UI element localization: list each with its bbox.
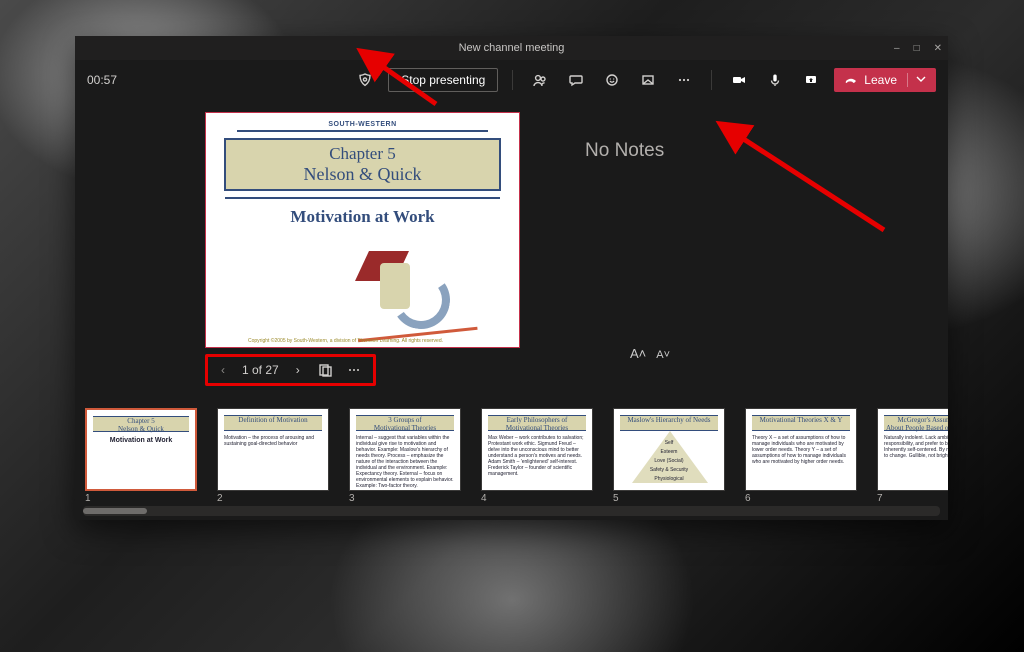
thumbnails: Chapter 5 Nelson & QuickMotivation at Wo… [75,404,948,504]
thumbnail-number: 5 [613,493,725,504]
mic-icon[interactable] [762,67,788,93]
prev-slide-button[interactable]: ‹ [214,361,232,379]
titlebar: New channel meeting – □ ✕ [75,36,948,60]
slide-counter: 1 of 27 [242,363,279,377]
leave-button[interactable]: Leave [834,68,936,92]
thumbnail[interactable]: 3 Groups of Motivational TheoriesInterna… [349,408,461,504]
slide-art [336,243,486,343]
slide-title: Motivation at Work [206,207,519,227]
window-close-button[interactable]: ✕ [934,43,942,54]
notes-font-size: A˄ A˅ [630,346,670,361]
thumbnail-number: 3 [349,493,461,504]
slide-logo: SOUTH-WESTERN [206,121,519,128]
privacy-shield-icon[interactable] [352,67,378,93]
camera-icon[interactable] [726,67,752,93]
scrollbar-handle[interactable] [83,508,147,514]
window-title: New channel meeting [459,42,565,54]
layout-icon[interactable] [317,361,335,379]
font-increase-button[interactable]: A˄ [630,346,646,361]
thumbnail-strip: Chapter 5 Nelson & QuickMotivation at Wo… [75,404,948,520]
next-slide-button[interactable]: › [289,361,307,379]
slide-chapter: Chapter 5 [226,144,499,164]
thumbnail-number: 7 [877,493,948,504]
slide-more-icon[interactable] [345,361,363,379]
people-icon[interactable] [527,67,553,93]
annotation-arrow-2 [734,130,894,245]
share-icon[interactable] [798,67,824,93]
chevron-down-icon[interactable] [907,73,926,87]
leave-label: Leave [864,73,897,87]
font-decrease-button[interactable]: A˅ [656,349,670,361]
meeting-timer: 00:57 [87,73,117,87]
thumbnail[interactable]: Motivational Theories X & YTheory X – a … [745,408,857,504]
window-minimize-button[interactable]: – [894,43,900,54]
reactions-icon[interactable] [599,67,625,93]
thumb-scrollbar[interactable] [83,506,940,516]
thumbnail[interactable]: McGregor's Assumptions About People Base… [877,408,948,504]
chat-icon[interactable] [563,67,589,93]
thumbnail-number: 2 [217,493,329,504]
current-slide[interactable]: SOUTH-WESTERN Chapter 5 Nelson & Quick M… [205,112,520,348]
slide-nav: ‹ 1 of 27 › [205,354,376,386]
rooms-icon[interactable] [635,67,661,93]
thumbnail[interactable]: Early Philosophers of Motivational Theor… [481,408,593,504]
thumbnail-number: 6 [745,493,857,504]
slide-area: SOUTH-WESTERN Chapter 5 Nelson & Quick M… [75,100,505,404]
thumbnail-number: 4 [481,493,593,504]
thumbnail[interactable]: Definition of MotivationMotivation – the… [217,408,329,504]
slide-authors: Nelson & Quick [226,164,499,185]
thumbnail[interactable]: Maslow's Hierarchy of NeedsSelf Esteem L… [613,408,725,504]
annotation-arrow-1 [376,60,446,115]
more-icon[interactable] [671,67,697,93]
slide-copyright: Copyright ©2005 by South-Western, a divi… [248,338,443,344]
hangup-icon [844,73,858,87]
thumbnail[interactable]: Chapter 5 Nelson & QuickMotivation at Wo… [85,408,197,504]
meeting-window: New channel meeting – □ ✕ 00:57 Stop pre… [75,36,948,520]
slide-chapter-box: Chapter 5 Nelson & Quick [224,138,501,191]
meeting-toolbar: 00:57 Stop presenting [75,60,948,100]
window-controls: – □ ✕ [894,36,942,60]
thumbnail-number: 1 [85,493,197,504]
window-maximize-button[interactable]: □ [914,43,920,54]
